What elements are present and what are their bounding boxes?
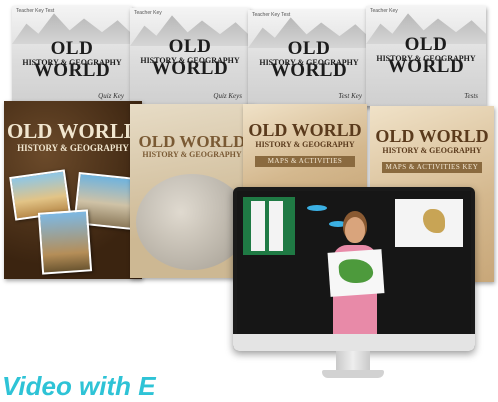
cover-small-label: Teacher Key (370, 8, 398, 14)
fish-drawing (307, 205, 327, 211)
cover-subtitle: History & Geography (382, 146, 482, 155)
book-cover-tests: Teacher Key Old World History & Geograph… (366, 6, 486, 106)
flashcard-right (269, 201, 283, 251)
cover-subtitle: History & Geography (140, 56, 240, 65)
cover-footer: Quiz Keys (213, 92, 242, 100)
cover-subtitle: History & Geography (259, 58, 359, 67)
cover-ribbon: Maps & Activities Key (382, 162, 482, 173)
cover-subtitle: History & Geography (142, 150, 242, 159)
cover-small-label: Teacher Key Test (252, 12, 291, 18)
cover-footer: Tests (464, 92, 478, 100)
presenter-head (345, 217, 365, 243)
cover-title: Old World (6, 119, 140, 143)
cover-ribbon: Maps & Activities (255, 156, 355, 167)
globe-art (136, 174, 248, 270)
flashcard-left (251, 201, 265, 251)
monitor-chin (233, 334, 475, 351)
book-cover-student-text: Old World History & Geography (4, 101, 142, 279)
cover-subtitle: History & Geography (255, 140, 355, 149)
cover-title: Old World (248, 120, 362, 140)
book-cover-test-key: Teacher Key Test Old World History & Geo… (248, 10, 370, 106)
cover-footer: Test Key (338, 92, 362, 100)
book-cover-quiz-keys: Teacher Key Old World History & Geograph… (130, 8, 250, 106)
headline-text: Video with E (2, 371, 156, 401)
cover-subtitle: History & Geography (17, 143, 129, 153)
cover-small-label: Teacher Key Test (16, 8, 55, 14)
cover-title: Old World (375, 126, 489, 146)
cover-title: Old World (138, 132, 246, 151)
monitor-base (322, 370, 384, 378)
video-screen (237, 191, 471, 334)
book-cover-quiz-key: Teacher Key Test Old World History & Geo… (12, 6, 132, 106)
cover-subtitle: History & Geography (376, 54, 476, 63)
cover-subtitle: History & Geography (22, 58, 122, 67)
cover-small-label: Teacher Key (134, 10, 162, 16)
computer-monitor (233, 187, 475, 351)
cover-footer: Quiz Key (98, 92, 124, 100)
monitor-stand (336, 351, 370, 371)
eiffel-tower-photo (37, 209, 93, 275)
